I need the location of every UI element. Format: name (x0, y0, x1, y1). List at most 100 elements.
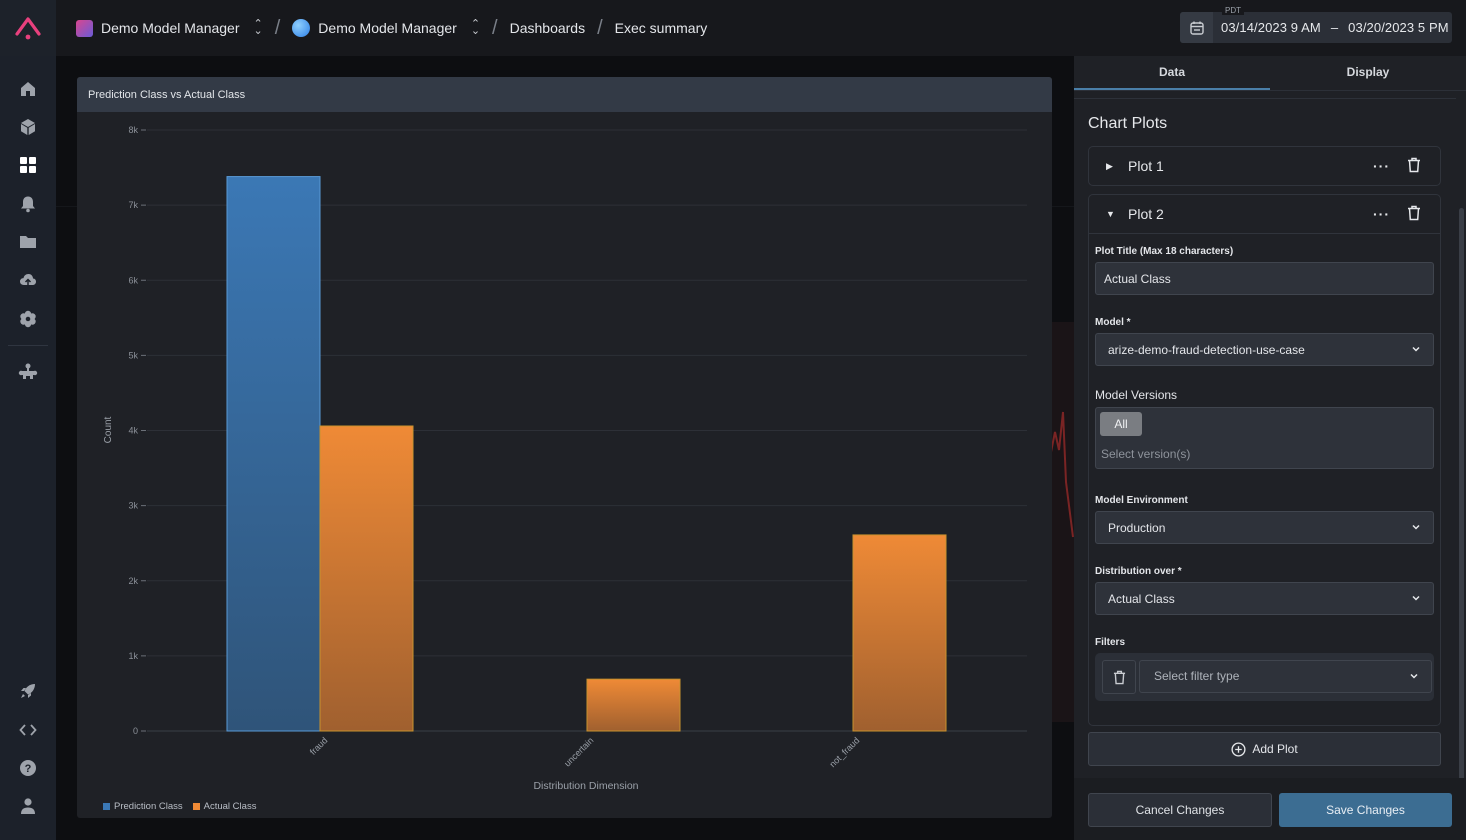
legend-swatch-orange (192, 803, 200, 810)
backdrop-chart (1050, 322, 1074, 722)
cancel-changes-button[interactable]: Cancel Changes (1088, 793, 1272, 827)
caret-down-icon[interactable]: ▼ (1106, 209, 1120, 219)
x-axis-label: Distribution Dimension (533, 780, 638, 792)
models-cube-icon[interactable] (18, 117, 38, 137)
settings-gear-icon[interactable] (18, 309, 38, 329)
x-tick-label: uncertain (562, 735, 595, 768)
plot-card-2: ▼ Plot 2 ··· Plot Title (Max 18 characte… (1088, 194, 1441, 726)
org-icon (292, 19, 311, 37)
y-tick-label: 6k (128, 275, 138, 285)
home-icon[interactable] (18, 79, 38, 99)
breadcrumb-org[interactable]: Demo Model Manager ⌃ ⌄ (292, 19, 480, 37)
integrations-icon[interactable] (18, 362, 38, 382)
y-axis-label: Count (103, 416, 114, 443)
plot-2-header[interactable]: ▼ Plot 2 ··· (1089, 195, 1440, 233)
tab-data[interactable]: Data (1074, 56, 1270, 90)
distribution-select[interactable]: Actual Class (1095, 582, 1434, 615)
model-versions-label: Model Versions (1095, 388, 1178, 402)
tab-display[interactable]: Display (1270, 56, 1466, 90)
model-environment-label: Model Environment (1095, 495, 1188, 506)
date-end: 03/20/2023 5 PM (1348, 20, 1449, 35)
trash-icon[interactable] (1407, 205, 1421, 224)
panel-scroll-area: Chart Plots ▶ Plot 1 ··· ▼ Plot 2 ··· Pl… (1074, 98, 1466, 818)
date-dash: – (1330, 20, 1339, 35)
panel-tabs: Data Display (1074, 56, 1466, 91)
plot-card-1: ▶ Plot 1 ··· (1088, 146, 1441, 186)
bar-chart: 0 1k 2k 3k 4k 5k 6k 7k 8k fraud uncertain not_frau… (103, 125, 1027, 792)
user-icon[interactable] (18, 796, 38, 816)
breadcrumb-separator: / (597, 16, 603, 39)
top-bar: Demo Model Manager ⌃ ⌄ / Demo Model Manag… (0, 0, 1466, 56)
y-tick-label: 2k (128, 576, 138, 586)
version-chip-all[interactable]: All (1100, 412, 1142, 436)
trash-icon (1113, 670, 1125, 684)
chevron-down-icon (1412, 524, 1420, 530)
chart-plots-heading: Chart Plots (1088, 115, 1168, 132)
dashboards-grid-icon[interactable] (18, 155, 38, 175)
distribution-select-value: Actual Class (1108, 591, 1175, 606)
panel-footer: Cancel Changes Save Changes (1074, 778, 1466, 840)
remove-filter-button[interactable] (1102, 660, 1136, 694)
distribution-label: Distribution over * (1095, 566, 1182, 577)
breadcrumb-org-label: Demo Model Manager (318, 20, 457, 36)
legend-item-actual[interactable]: Actual Class (192, 801, 257, 812)
bar-fraud-actual[interactable] (319, 425, 414, 732)
timezone-label: PDT (1222, 6, 1244, 15)
more-options-icon[interactable]: ··· (1373, 158, 1390, 174)
breadcrumb-space[interactable]: Demo Model Manager ⌃ ⌄ (76, 19, 263, 37)
breadcrumb-separator: / (492, 16, 498, 39)
legend-label: Actual Class (203, 801, 257, 812)
folder-icon[interactable] (18, 232, 38, 252)
model-environment-select[interactable]: Production (1095, 511, 1434, 544)
add-plot-label: Add Plot (1252, 742, 1298, 756)
switcher-chevrons-icon[interactable]: ⌃ ⌄ (254, 19, 263, 37)
model-select[interactable]: arize-demo-fraud-detection-use-case (1095, 333, 1434, 366)
more-options-icon[interactable]: ··· (1373, 206, 1390, 222)
upload-cloud-icon[interactable] (18, 270, 38, 290)
caret-right-icon[interactable]: ▶ (1106, 161, 1120, 172)
chart-title: Prediction Class vs Actual Class (77, 77, 1052, 112)
switcher-chevrons-icon[interactable]: ⌃ ⌄ (471, 19, 480, 37)
y-tick-label: 3k (128, 501, 138, 511)
date-range-picker[interactable]: PDT 03/14/2023 9 AM – 03/20/2023 5 PM (1180, 6, 1452, 43)
chart-legend: Prediction Class Actual Class (103, 801, 262, 812)
monitors-bell-icon[interactable] (18, 194, 38, 214)
legend-label: Prediction Class (114, 801, 183, 812)
y-tick-label: 5k (128, 350, 138, 360)
calendar-icon (1180, 12, 1213, 43)
date-start: 03/14/2023 9 AM (1221, 20, 1321, 35)
save-changes-button[interactable]: Save Changes (1279, 793, 1452, 827)
filters-label: Filters (1095, 637, 1126, 648)
bar-not_fraud-actual[interactable] (852, 534, 947, 732)
bar-fraud-prediction[interactable] (226, 176, 321, 732)
plot-title-label: Plot Title (Max 18 characters) (1095, 246, 1234, 257)
environment-select-value: Production (1108, 520, 1166, 535)
y-tick-label: 4k (128, 426, 138, 436)
sidebar-divider (8, 345, 48, 346)
help-icon[interactable]: ? (18, 758, 38, 778)
breadcrumb: Demo Model Manager ⌃ ⌄ / Demo Model Manag… (76, 17, 707, 40)
plus-circle-icon (1231, 741, 1246, 757)
chevron-down-icon (1412, 595, 1420, 601)
model-select-value: arize-demo-fraud-detection-use-case (1108, 342, 1305, 357)
breadcrumb-separator: / (274, 16, 281, 39)
add-plot-button[interactable]: Add Plot (1088, 732, 1441, 766)
breadcrumb-dashboards[interactable]: Dashboards (510, 20, 586, 36)
plot-title-input[interactable]: Actual Class (1095, 262, 1434, 295)
trash-icon[interactable] (1407, 157, 1421, 176)
logo[interactable] (0, 0, 56, 56)
bar-uncertain-actual[interactable] (586, 678, 681, 732)
model-versions-input[interactable]: All Select version(s) (1095, 407, 1434, 469)
code-icon[interactable] (18, 720, 38, 740)
rocket-icon[interactable] (18, 681, 38, 701)
filter-type-select[interactable]: Select filter type (1139, 660, 1432, 693)
panel-scrollbar[interactable] (1459, 208, 1464, 818)
versions-placeholder: Select version(s) (1101, 447, 1191, 461)
plot-1-label: Plot 1 (1128, 158, 1164, 174)
y-tick-label: 0 (133, 726, 138, 736)
plot-1-header[interactable]: ▶ Plot 1 ··· (1089, 147, 1440, 185)
divider (1074, 98, 1456, 99)
space-icon (76, 19, 93, 37)
plot-2-form: Plot Title (Max 18 characters) Actual Cl… (1089, 233, 1440, 701)
legend-item-prediction[interactable]: Prediction Class (103, 801, 183, 812)
